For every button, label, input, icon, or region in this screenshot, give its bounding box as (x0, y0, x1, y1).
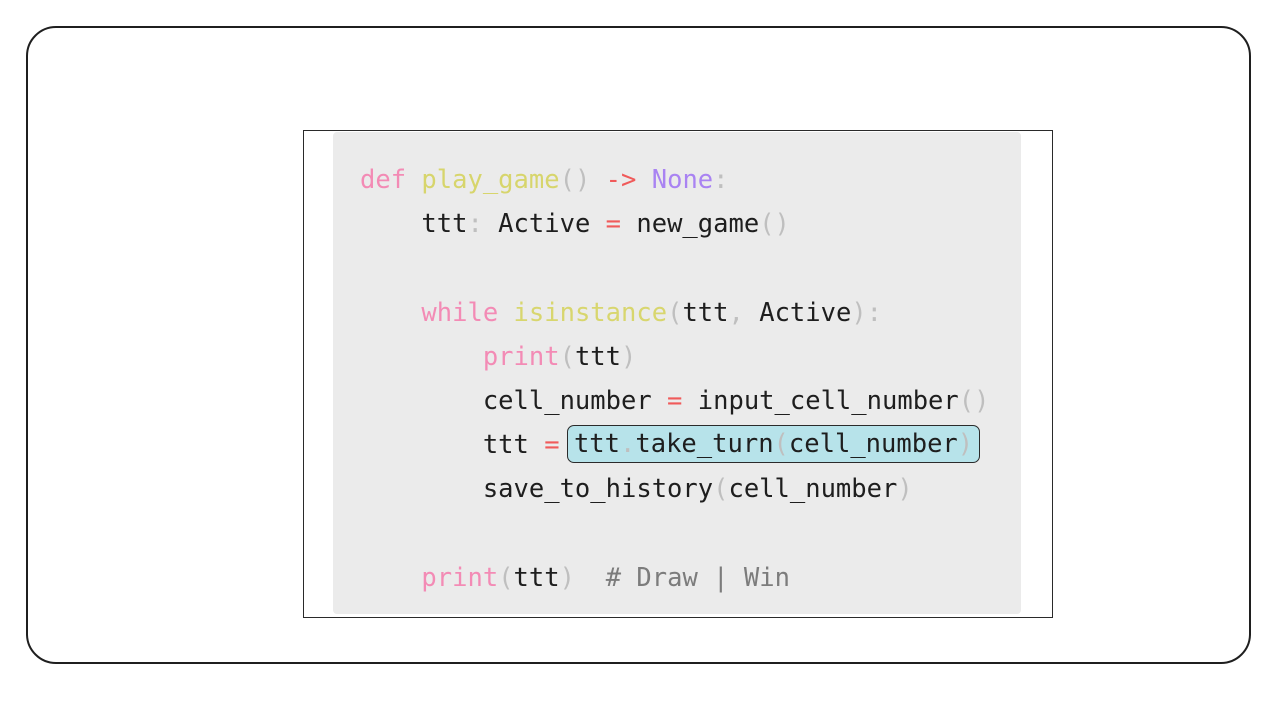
code-token-default: new_game (621, 209, 760, 240)
code-token-punct: () (759, 209, 790, 240)
highlighted-expression: ttt.take_turn(cell_number) (566, 425, 981, 464)
code-token-builtin-call: print (482, 341, 560, 372)
code-token-func-def: play_game (421, 165, 560, 195)
code-token-default: input_cell_number (682, 385, 959, 416)
code-line: print(ttt) (360, 335, 989, 379)
code-token-keyword: def (360, 165, 407, 195)
code-token-default (498, 298, 513, 328)
code-token-punct: () (559, 165, 591, 195)
code-token-default: ttt (682, 297, 729, 328)
code-token-punct: , (728, 297, 744, 328)
code-token-keyword: while (421, 297, 499, 328)
diagram-frame: def play_game() -> None: ttt: Active = n… (26, 26, 1251, 664)
code-token-default (406, 165, 421, 195)
code-token-default (360, 342, 483, 372)
code-token-punct: : (467, 209, 483, 240)
code-block: def play_game() -> None: ttt: Active = n… (360, 158, 989, 600)
code-line: print(ttt) # Draw | Win (360, 556, 989, 600)
code-token-op: = (667, 385, 683, 416)
code-token-default: ttt (360, 430, 545, 461)
code-token-punct: ): (851, 297, 883, 328)
code-token-punct: () (958, 385, 990, 416)
code-token-default: ttt (513, 562, 560, 593)
code-token-punct: ( (773, 429, 789, 460)
code-token-punct: ) (621, 341, 637, 372)
code-line: def play_game() -> None: (360, 158, 989, 202)
code-token-builtin-call: print (421, 562, 499, 593)
code-token-const: None (651, 165, 714, 195)
code-token-default (360, 563, 421, 593)
code-token-default: Active (482, 209, 606, 240)
code-token-default: cell_number (788, 429, 958, 460)
code-token-default: take_turn (635, 429, 774, 460)
code-token-default: ttt (574, 341, 622, 372)
code-token-punct: ( (559, 341, 575, 372)
code-token-comment: # Draw | Win (605, 562, 790, 593)
code-token-default (575, 563, 606, 593)
code-snippet-frame: def play_game() -> None: ttt: Active = n… (303, 130, 1053, 618)
code-token-default (636, 165, 651, 195)
code-line: ttt: Active = new_game() (360, 202, 989, 246)
code-token-default: save_to_history (360, 474, 714, 505)
code-token-punct: . (620, 429, 636, 460)
code-token-punct: ( (667, 297, 683, 328)
code-token-punct: ( (713, 474, 729, 505)
code-token-op: -> (605, 165, 637, 195)
code-token-op: = (605, 209, 622, 240)
code-token-default: cell_number (360, 385, 668, 416)
code-line: cell_number = input_cell_number() (360, 379, 990, 423)
code-panel: def play_game() -> None: ttt: Active = n… (333, 132, 1021, 614)
code-token-op: = (544, 430, 560, 461)
code-token-default: ttt (360, 209, 468, 240)
code-token-punct: ) (957, 429, 974, 460)
code-token-punct: ) (897, 474, 913, 505)
code-line: ttt = ttt.take_turn(cell_number) (360, 423, 989, 467)
code-line: while isinstance(ttt, Active): (360, 291, 989, 335)
code-token-punct: ) (559, 562, 575, 593)
code-token-punct: : (713, 165, 729, 195)
code-token-default (360, 298, 421, 328)
code-token-default (590, 165, 605, 195)
code-token-builtin-yellow: isinstance (513, 297, 668, 328)
code-token-default: cell_number (728, 474, 898, 505)
code-token-default: Active (743, 297, 852, 328)
code-line: save_to_history(cell_number) (360, 467, 989, 511)
code-token-default: ttt (573, 429, 621, 460)
code-token-punct: ( (498, 562, 514, 593)
